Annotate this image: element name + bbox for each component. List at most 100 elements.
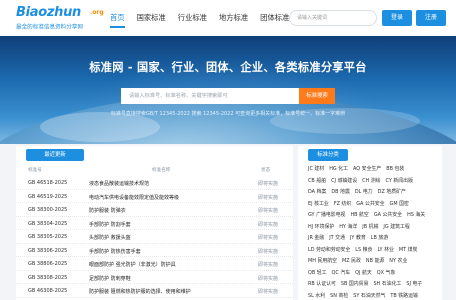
categories-panel: 标准分类 JC 建材 HG 化工 AQ 安全生产 BB 包装 CB 船舶 CJ 城镇建设…	[298, 146, 442, 300]
category-link[interactable]: JT 交通	[329, 235, 345, 241]
category-link[interactable]: HJ 环境保护	[308, 224, 334, 230]
hero-search-input[interactable]: 请输入标准号、标准名称、关键字搜索即可	[121, 88, 299, 104]
category-link[interactable]: AQ 安全生产	[353, 166, 381, 172]
standard-number[interactable]: GB 38304-2025	[28, 221, 67, 227]
category-link[interactable]: EJ 核工业	[308, 201, 329, 207]
category-link[interactable]: JY 教育	[350, 235, 366, 241]
category-link[interactable]: SY 石油天然气	[353, 293, 385, 299]
category-link[interactable]: HG 化工	[329, 166, 348, 172]
tab-latest-updates[interactable]: 最近更新	[26, 149, 84, 161]
standard-name[interactable]: 手部防护 防割手套	[89, 221, 239, 228]
hero-search-button[interactable]: 标准搜索	[299, 88, 335, 104]
standard-name[interactable]: 电动汽车供电设备能效限定值及能效等级	[89, 194, 239, 201]
category-row: HJ 环境保护 HY 海洋 JB 机械 JG 建筑工程	[308, 222, 442, 234]
table-row[interactable]: GB 46518-2025 液态食品散装运输技术规范 即将实施	[16, 176, 293, 190]
standard-status: 即将实施	[258, 181, 279, 187]
category-link[interactable]: MT 煤炭	[399, 247, 418, 253]
table-row[interactable]: GB 46308-2025 防护服装 阻燃和热防护服的选择、使用和维护 即将实施	[16, 284, 293, 298]
category-link[interactable]: SJ 电子	[406, 281, 422, 287]
category-link[interactable]: MH 民用航空	[308, 258, 337, 264]
nav-item-local[interactable]: 地方标准	[213, 0, 254, 36]
nav-item-national[interactable]: 国家标准	[131, 0, 172, 36]
category-link[interactable]: JR 金融	[308, 235, 324, 241]
category-link[interactable]: SL 水利	[308, 293, 325, 299]
table-row[interactable]: GB 38308-2025 足部防护 防刺穿鞋 即将实施	[16, 271, 293, 284]
table-header: 标准号 标准名称 状态	[16, 165, 293, 175]
category-link[interactable]: HB 航空	[350, 212, 368, 218]
category-link[interactable]: CH 测绘	[362, 178, 380, 184]
hero-title: 标准网 - 国家、行业、团体、企业、各类标准分享平台	[89, 61, 367, 74]
tab-categories[interactable]: 标准分类	[308, 149, 348, 161]
header-search-input[interactable]: 请输入关键词	[289, 10, 377, 26]
standard-number[interactable]: GB 38308-2025	[28, 275, 67, 281]
category-link[interactable]: LY 林业	[377, 247, 393, 253]
standard-name[interactable]: 头部防护 救援头盔	[89, 234, 239, 241]
standard-status: 即将实施	[258, 275, 279, 282]
site-logo[interactable]: Biaozhun .org 最全的标准信息资料分享网	[16, 5, 106, 31]
category-link[interactable]: DA 档案	[308, 189, 326, 195]
category-link[interactable]: CY 新闻出版	[386, 178, 413, 184]
category-link[interactable]: LS 粮食	[355, 247, 372, 253]
standard-number[interactable]: GB 46518-2025	[28, 180, 67, 186]
category-link[interactable]: CB 船舶	[308, 178, 326, 184]
standard-name[interactable]: 防护服装 阻燃和热防护服的选择、使用和维护	[89, 288, 239, 295]
standard-number[interactable]: GB 38305-2025	[28, 234, 67, 240]
table-row[interactable]: GB 38300-2025 防护服装 防弹衣 即将实施	[16, 203, 293, 217]
category-link[interactable]: FZ 纺织	[334, 201, 352, 207]
standard-name[interactable]: 手部防护 防热伤害手套	[89, 248, 239, 255]
logo-main-text: Biaozhun	[16, 5, 81, 20]
table-row[interactable]: GB 38304-2025 手部防护 防割手套 即将实施	[16, 217, 293, 230]
standard-number[interactable]: GB 38300-2025	[28, 207, 67, 213]
category-link[interactable]: LB 旅游	[371, 235, 388, 241]
standard-name[interactable]: 眼面部防护 强光防护（非激光）防护具	[89, 261, 239, 268]
login-button[interactable]: 登录	[382, 10, 412, 26]
category-link[interactable]: TB 铁路运输	[390, 293, 417, 299]
category-row: SL 水利 SN 商检 SY 石油天然气 TB 铁路运输	[308, 291, 442, 300]
category-link[interactable]: GA 公共安全	[356, 201, 384, 207]
category-link[interactable]: QX 气象	[377, 270, 396, 276]
category-link[interactable]: LD 劳动和劳动安全	[308, 247, 350, 253]
column-header-name: 标准名称	[152, 168, 171, 173]
standard-name[interactable]: 液态食品散装运输技术规范	[89, 180, 239, 187]
category-link[interactable]: DB 地震	[331, 189, 349, 195]
category-link[interactable]: SN 商检	[330, 293, 348, 299]
category-link[interactable]: JG 建筑工程	[383, 224, 409, 230]
nav-item-home[interactable]: 首页	[104, 0, 131, 36]
category-link[interactable]: DL 电力	[355, 189, 373, 195]
category-row: JR 金融 JT 交通 JY 教育 LB 旅游	[308, 233, 442, 245]
standard-status: 即将实施	[258, 208, 279, 214]
category-link[interactable]: BB 包装	[386, 166, 404, 172]
category-link[interactable]: MZ 民政	[342, 258, 361, 264]
category-link[interactable]: SB 国内贸易	[341, 281, 369, 287]
nav-item-industry[interactable]: 行业标准	[172, 0, 213, 36]
category-link[interactable]: RB 认证认可	[308, 281, 336, 287]
standard-number[interactable]: GB 38806-2025	[28, 261, 67, 267]
category-link[interactable]: GA 公共安全	[374, 212, 402, 218]
hero-banner: 标准网 - 国家、行业、团体、企业、各类标准分享平台 请输入标准号、标准名称、关…	[0, 36, 456, 144]
main-nav: 首页 国家标准 行业标准 地方标准 团体标准	[104, 0, 295, 36]
category-link[interactable]: NY 农业	[389, 258, 407, 264]
category-link[interactable]: HY 海洋	[339, 224, 357, 230]
category-link[interactable]: JC 建材	[308, 166, 324, 172]
table-row[interactable]: GB 38806-2025 眼面部防护 强光防护（非激光）防护具 即将实施	[16, 257, 293, 271]
category-link[interactable]: QJ 航天	[355, 270, 372, 276]
standard-number[interactable]: GB 46519-2025	[28, 194, 67, 200]
category-link[interactable]: GM 国密	[390, 201, 409, 207]
category-link[interactable]: QB 轻工	[308, 270, 327, 276]
category-link[interactable]: JB 机械	[362, 224, 378, 230]
category-link[interactable]: CJ 城镇建设	[331, 178, 357, 184]
standard-name[interactable]: 足部防护 防刺穿鞋	[89, 275, 239, 282]
standard-name[interactable]: 防护服装 防弹衣	[89, 207, 239, 214]
table-row[interactable]: GB 38305-2025 头部防护 救援头盔 即将实施	[16, 230, 293, 244]
table-row[interactable]: GB 46519-2025 电动汽车供电设备能效限定值及能效等级 即将实施	[16, 190, 293, 203]
standard-number[interactable]: GB 38306-2025	[28, 248, 67, 254]
standard-number[interactable]: GB 46308-2025	[28, 288, 67, 294]
category-link[interactable]: NB 能源	[366, 258, 384, 264]
category-link[interactable]: GY 广播电影电视	[308, 212, 345, 218]
table-row[interactable]: GB 38306-2025 手部防护 防热伤害手套 即将实施	[16, 244, 293, 257]
category-link[interactable]: SH 石油化工	[373, 281, 401, 287]
category-link[interactable]: DZ 地质矿产	[378, 189, 406, 195]
register-button[interactable]: 注册	[416, 10, 446, 26]
category-link[interactable]: HS 海关	[407, 212, 425, 218]
category-link[interactable]: QC 汽车	[332, 270, 351, 276]
